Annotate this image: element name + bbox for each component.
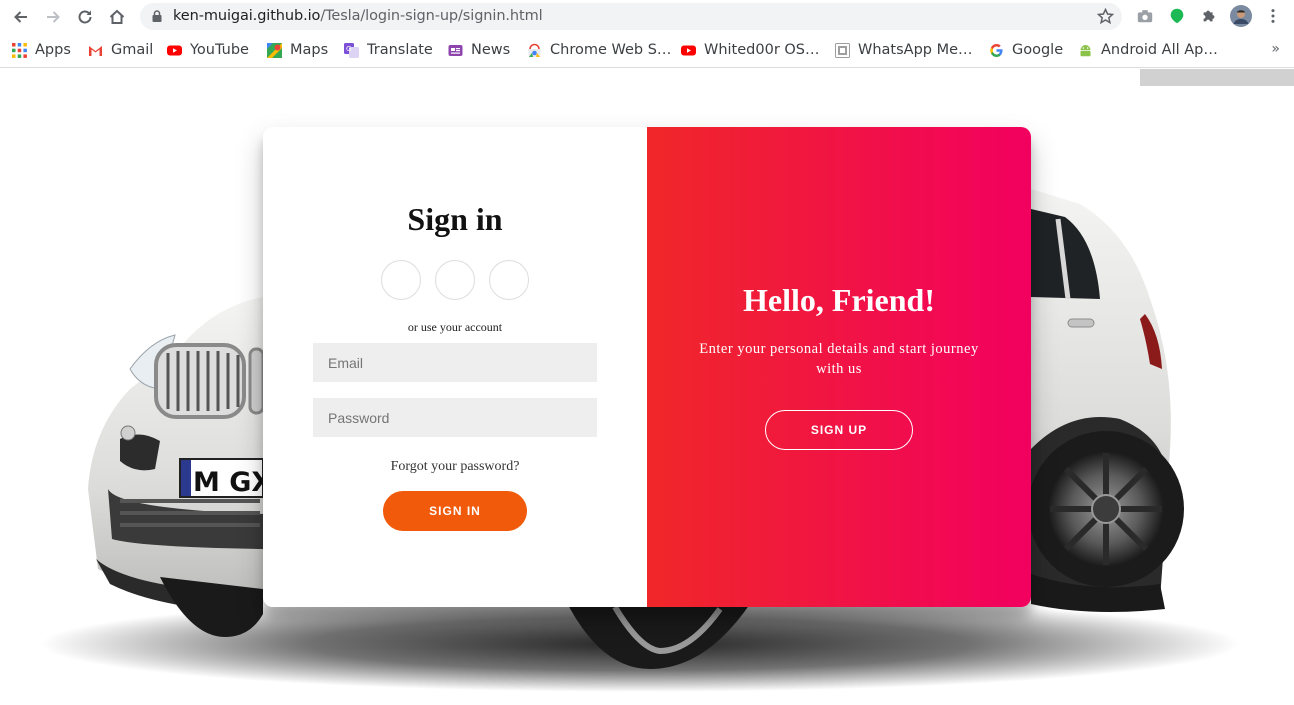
camera-icon[interactable] (1135, 6, 1155, 26)
email-input[interactable] (313, 343, 597, 382)
forward-button[interactable] (40, 4, 66, 30)
back-arrow-icon (14, 11, 27, 23)
news-icon (448, 44, 463, 56)
avatar-icon (1230, 5, 1252, 27)
bookmark-translate[interactable]: G Translate (344, 40, 433, 60)
signin-panel: Sign in or use your account Forgot your … (263, 127, 647, 607)
apps-grid-icon (12, 42, 27, 58)
profile-avatar[interactable] (1230, 5, 1252, 27)
overlay-title: Hello, Friend! (743, 282, 935, 318)
youtube-icon (167, 45, 182, 55)
bookmark-label: Android All Ap… (1101, 42, 1218, 58)
back-button[interactable] (8, 4, 34, 30)
google-icon (990, 43, 1003, 57)
url-text: ken-muigai.github.io/Tesla/login-sign-up… (173, 8, 543, 24)
bookmark-label: Gmail (111, 42, 154, 58)
bookmark-label: Maps (290, 42, 329, 58)
signup-overlay-panel: Hello, Friend! Enter your personal detai… (647, 127, 1031, 607)
or-use-account-text: or use your account (407, 320, 503, 334)
forgot-password-link[interactable]: Forgot your password? (263, 459, 647, 475)
menu-kebab-icon[interactable] (1263, 6, 1283, 26)
bookmark-label: Apps (35, 42, 71, 58)
auth-card: Sign in or use your account Forgot your … (263, 127, 1031, 607)
maps-icon (267, 42, 282, 58)
bookmark-label: Google (1012, 42, 1064, 58)
extension-drop-icon[interactable] (1167, 6, 1187, 26)
social-login-button-2[interactable] (435, 260, 475, 300)
bookmark-maps[interactable]: Maps (267, 40, 328, 60)
svg-text:G: G (346, 45, 351, 53)
bookmarks-overflow-button[interactable]: » (1271, 41, 1280, 57)
bookmarks-bar: Apps Gmail YouTube Maps G Translate News… (0, 33, 1294, 68)
bookmark-gmail[interactable]: Gmail (88, 40, 153, 60)
bookmark-label: Translate (367, 42, 433, 58)
address-bar[interactable]: ken-muigai.github.io/Tesla/login-sign-up… (140, 3, 1122, 30)
reload-icon (78, 10, 92, 24)
signin-button[interactable]: SIGN IN (383, 491, 527, 531)
signup-button[interactable]: SIGN UP (765, 410, 913, 450)
bookmark-label: Whited00r OS… (704, 42, 820, 58)
extensions-puzzle-icon[interactable] (1199, 6, 1219, 26)
bookmark-android-apps[interactable]: Android All Ap… (1078, 40, 1218, 60)
password-input[interactable] (313, 398, 597, 437)
lock-icon (152, 10, 162, 22)
bookmark-star-icon[interactable] (1097, 8, 1114, 25)
forward-arrow-icon (47, 11, 60, 23)
bookmark-google[interactable]: Google (989, 40, 1063, 60)
translate-icon: G (344, 42, 359, 58)
signin-title: Sign in (407, 201, 503, 237)
bookmark-label: Chrome Web S… (550, 42, 672, 58)
android-icon (1080, 44, 1091, 56)
bookmark-label: News (471, 42, 511, 58)
bookmark-youtube[interactable]: YouTube (167, 40, 249, 60)
gmail-icon (89, 45, 102, 56)
bookmark-label: WhatsApp Me… (858, 42, 973, 58)
social-login-button-3[interactable] (489, 260, 529, 300)
bookmark-whatsapp[interactable]: WhatsApp Me… (835, 40, 973, 60)
page-viewport: M GX 1 Sign in or use your account Email… (0, 69, 1294, 705)
reload-button[interactable] (72, 4, 98, 30)
bookmark-whited00r[interactable]: Whited00r OS… (681, 40, 820, 60)
car-rear-right (1028, 189, 1184, 613)
home-icon (109, 9, 125, 24)
bookmark-chrome-web-store[interactable]: Chrome Web S… (527, 40, 671, 60)
overlay-description: Enter your personal details and start jo… (699, 341, 979, 377)
bookmark-news[interactable]: News (448, 40, 510, 60)
chrome-web-store-icon (528, 43, 541, 57)
youtube-icon (681, 45, 696, 55)
social-login-button-1[interactable] (381, 260, 421, 300)
bookmark-label: YouTube (190, 42, 249, 58)
url-host: ken-muigai.github.io (173, 8, 321, 24)
url-path: /Tesla/login-sign-up/signin.html (320, 8, 543, 24)
whatsapp-icon (835, 42, 850, 58)
bookmark-apps[interactable]: Apps (12, 40, 71, 60)
home-button[interactable] (104, 4, 130, 30)
browser-toolbar: ken-muigai.github.io/Tesla/login-sign-up… (0, 0, 1294, 33)
